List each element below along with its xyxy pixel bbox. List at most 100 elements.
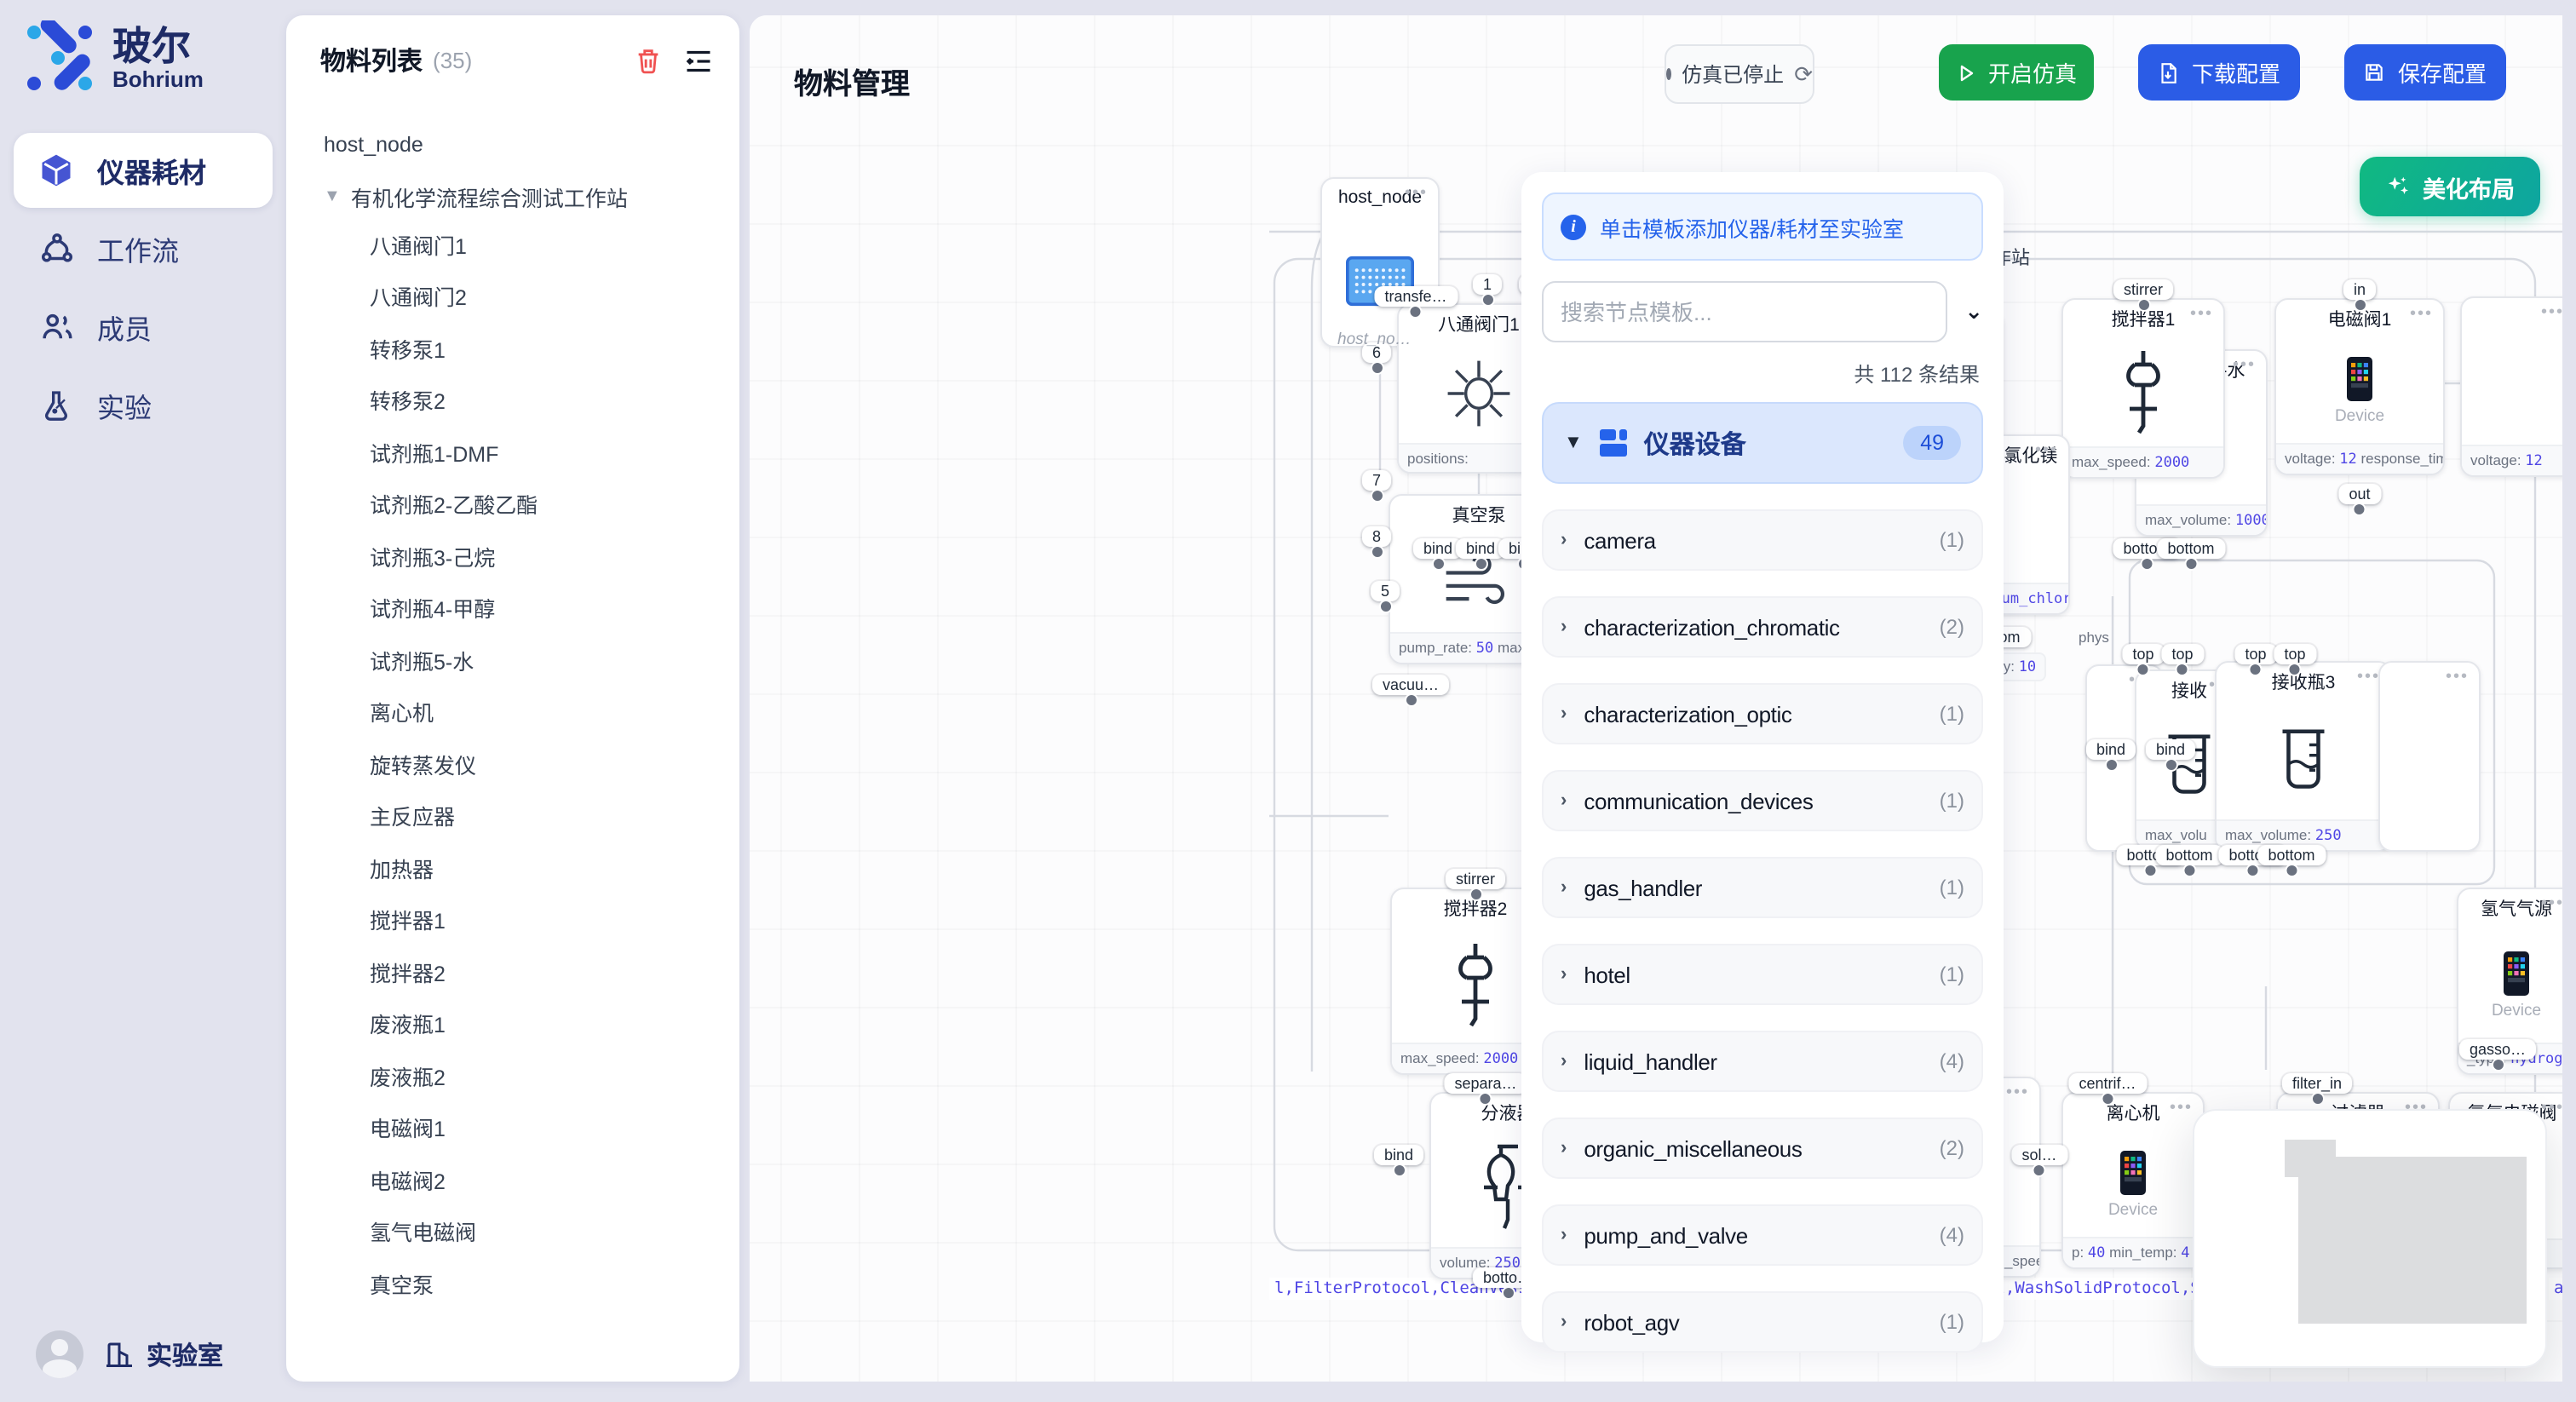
category-instruments[interactable]: ▼ 仪器设备 49 bbox=[1542, 402, 1983, 484]
tree-item[interactable]: 八通阀门1 bbox=[324, 218, 739, 270]
tree-item[interactable]: 离心机 bbox=[324, 686, 739, 738]
lab-link[interactable]: 实验室 bbox=[104, 1336, 223, 1372]
node-menu-icon[interactable]: ••• bbox=[2357, 668, 2380, 687]
node-menu-icon[interactable]: ••• bbox=[2541, 1099, 2562, 1118]
collapse-list-button[interactable] bbox=[681, 43, 716, 78]
port-chip-filter_in[interactable]: filter_in bbox=[2282, 1073, 2352, 1094]
canvas-node-unnamed[interactable]: ••• bbox=[2378, 661, 2481, 852]
tree-group-workstation[interactable]: ▼ 有机化学流程综合测试工作站 bbox=[324, 181, 739, 218]
sidebar-item-2[interactable]: 成员 bbox=[14, 290, 273, 365]
port-chip-5[interactable]: 5 bbox=[1371, 581, 1400, 601]
sidebar-item-1[interactable]: 工作流 bbox=[14, 211, 273, 286]
port-chip-bind[interactable]: bind bbox=[2086, 739, 2136, 760]
template-group-characterization_chromatic[interactable]: ›characterization_chromatic(2) bbox=[1542, 596, 1983, 658]
node-menu-icon[interactable]: ••• bbox=[2190, 305, 2213, 324]
sidebar-item-0[interactable]: 仪器耗材 bbox=[14, 133, 273, 208]
simulation-status-badge[interactable]: 仿真已停止 ⟳ bbox=[1665, 44, 1814, 104]
template-group-characterization_optic[interactable]: ›characterization_optic(1) bbox=[1542, 683, 1983, 744]
port-chip-7[interactable]: 7 bbox=[1362, 470, 1391, 491]
group-count: (1) bbox=[1940, 962, 1964, 986]
chevron-down-icon[interactable]: ⌄ bbox=[1964, 298, 1983, 325]
tree-item[interactable]: 试剂瓶4-甲醇 bbox=[324, 582, 739, 634]
port-chip-centrif…[interactable]: centrif… bbox=[2068, 1073, 2146, 1094]
template-group-robot_agv[interactable]: ›robot_agv(1) bbox=[1542, 1291, 1983, 1353]
canvas-node-电磁阀1[interactable]: 电磁阀1•••Devicevoltage: 12 response_time: … bbox=[2274, 298, 2445, 475]
port-chip-sol…[interactable]: sol… bbox=[2011, 1145, 2067, 1165]
canvas-node-unnamed[interactable]: •••voltage: 12 bbox=[2460, 296, 2562, 477]
tree-item[interactable]: 八通阀门2 bbox=[324, 270, 739, 322]
avatar[interactable] bbox=[36, 1330, 83, 1378]
tree-item[interactable]: 真空泵 bbox=[324, 1257, 739, 1309]
template-group-camera[interactable]: ›camera(1) bbox=[1542, 509, 1983, 571]
canvas-node-离心机[interactable]: 离心机•••Devicep: 40 min_temp: 4 max_spe bbox=[2061, 1092, 2205, 1269]
sidebar-item-3[interactable]: 实验 bbox=[14, 368, 273, 443]
node-menu-icon[interactable]: ••• bbox=[2006, 1083, 2029, 1102]
node-menu-icon[interactable]: ••• bbox=[2410, 305, 2433, 324]
node-params: max_volume: 1000 bbox=[2136, 504, 2266, 535]
tree-item[interactable]: 试剂瓶2-乙酸乙酯 bbox=[324, 478, 739, 530]
materials-panel: 物料列表 (35) host_node ▼ 有机化学流程综合测试工作站 八通阀门… bbox=[286, 15, 739, 1382]
port-chip-gasso…[interactable]: gasso… bbox=[2459, 1039, 2536, 1060]
tree-item[interactable]: 转移泵1 bbox=[324, 322, 739, 374]
preview-overlay[interactable] bbox=[2193, 1109, 2547, 1368]
search-input[interactable] bbox=[1542, 281, 1947, 342]
download-config-button[interactable]: 下载配置 bbox=[2138, 44, 2300, 101]
tree-item[interactable]: 试剂瓶5-水 bbox=[324, 634, 739, 686]
port-chip-separa…[interactable]: separa… bbox=[1444, 1073, 1527, 1094]
node-menu-icon[interactable]: ••• bbox=[2541, 303, 2562, 322]
tree-item[interactable]: 搅拌器1 bbox=[324, 893, 739, 945]
node-menu-icon[interactable]: ••• bbox=[2035, 441, 2058, 460]
port-chip-top[interactable]: top bbox=[2234, 644, 2276, 664]
template-group-gas_handler[interactable]: ›gas_handler(1) bbox=[1542, 857, 1983, 918]
start-simulation-button[interactable]: 开启仿真 bbox=[1939, 44, 2094, 101]
tree-item[interactable]: 电磁阀1 bbox=[324, 1101, 739, 1153]
delete-button[interactable] bbox=[630, 43, 664, 78]
template-group-hotel[interactable]: ›hotel(1) bbox=[1542, 944, 1983, 1005]
canvas-node-搅拌器1[interactable]: 搅拌器1•••max_speed: 2000 bbox=[2061, 298, 2225, 479]
canvas-node-接收瓶3[interactable]: 接收瓶3•••max_volume: 250 bbox=[2215, 661, 2392, 852]
template-group-liquid_handler[interactable]: ›liquid_handler(4) bbox=[1542, 1031, 1983, 1092]
template-group-organic_miscellaneous[interactable]: ›organic_miscellaneous(2) bbox=[1542, 1118, 1983, 1179]
port-chip-in[interactable]: in bbox=[2343, 279, 2376, 300]
node-title: host_node••• bbox=[1322, 179, 1438, 216]
sidebar-item-label: 仪器耗材 bbox=[97, 150, 206, 191]
brand-logo[interactable]: 玻尔 Bohrium bbox=[0, 0, 286, 95]
tree-root-host-node[interactable]: host_node bbox=[324, 123, 739, 181]
port-chip-stirrer[interactable]: stirrer bbox=[1446, 869, 1505, 889]
tree-item[interactable]: 废液瓶1 bbox=[324, 997, 739, 1049]
port-chip-bottom[interactable]: bottom bbox=[2155, 845, 2222, 865]
node-menu-icon[interactable]: ••• bbox=[2541, 894, 2562, 913]
port-chip-stirrer[interactable]: stirrer bbox=[2113, 279, 2173, 300]
port-chip-vacuu…[interactable]: vacuu… bbox=[1372, 675, 1449, 695]
save-config-button[interactable]: 保存配置 bbox=[2344, 44, 2506, 101]
port-chip-bottom[interactable]: bottom bbox=[2257, 845, 2325, 865]
port-chip-bind[interactable]: bind bbox=[1374, 1145, 1423, 1165]
tree-item[interactable]: 电磁阀2 bbox=[324, 1153, 739, 1205]
port-chip-top[interactable]: top bbox=[2122, 644, 2164, 664]
tree-item[interactable]: 搅拌器2 bbox=[324, 945, 739, 997]
port-chip-out[interactable]: out bbox=[2338, 484, 2380, 504]
beautify-layout-button[interactable]: 美化布局 bbox=[2360, 157, 2540, 216]
port-chip-bottom[interactable]: bottom bbox=[2157, 538, 2224, 559]
tree-item[interactable]: 旋转蒸发仪 bbox=[324, 738, 739, 790]
port-chip-transfe…[interactable]: transfe… bbox=[1374, 286, 1457, 307]
template-group-pump_and_valve[interactable]: ›pump_and_valve(4) bbox=[1542, 1204, 1983, 1266]
tree-item[interactable]: 试剂瓶1-DMF bbox=[324, 426, 739, 478]
tree-item[interactable]: 加热器 bbox=[324, 842, 739, 893]
port-chip-bind[interactable]: bind bbox=[2146, 739, 2195, 760]
port-chip-top[interactable]: top bbox=[2161, 644, 2203, 664]
node-menu-icon[interactable]: ••• bbox=[2446, 668, 2469, 687]
refresh-icon[interactable]: ⟳ bbox=[1794, 60, 1813, 88]
port-chip-top[interactable]: top bbox=[2274, 644, 2315, 664]
node-menu-icon[interactable]: ••• bbox=[1405, 184, 1428, 203]
tree-item[interactable]: 试剂瓶3-己烷 bbox=[324, 530, 739, 582]
tree-item[interactable]: 废液瓶2 bbox=[324, 1049, 739, 1101]
tree-item[interactable]: 主反应器 bbox=[324, 790, 739, 842]
tree-item[interactable]: 转移泵2 bbox=[324, 374, 739, 426]
port-chip-8[interactable]: 8 bbox=[1362, 526, 1391, 547]
tree-item[interactable]: 氢气电磁阀 bbox=[324, 1205, 739, 1257]
node-menu-icon[interactable]: ••• bbox=[2170, 1099, 2193, 1118]
template-group-communication_devices[interactable]: ›communication_devices(1) bbox=[1542, 770, 1983, 831]
node-menu-icon[interactable]: ••• bbox=[2233, 356, 2256, 375]
port-chip-1[interactable]: 1 bbox=[1473, 274, 1502, 295]
